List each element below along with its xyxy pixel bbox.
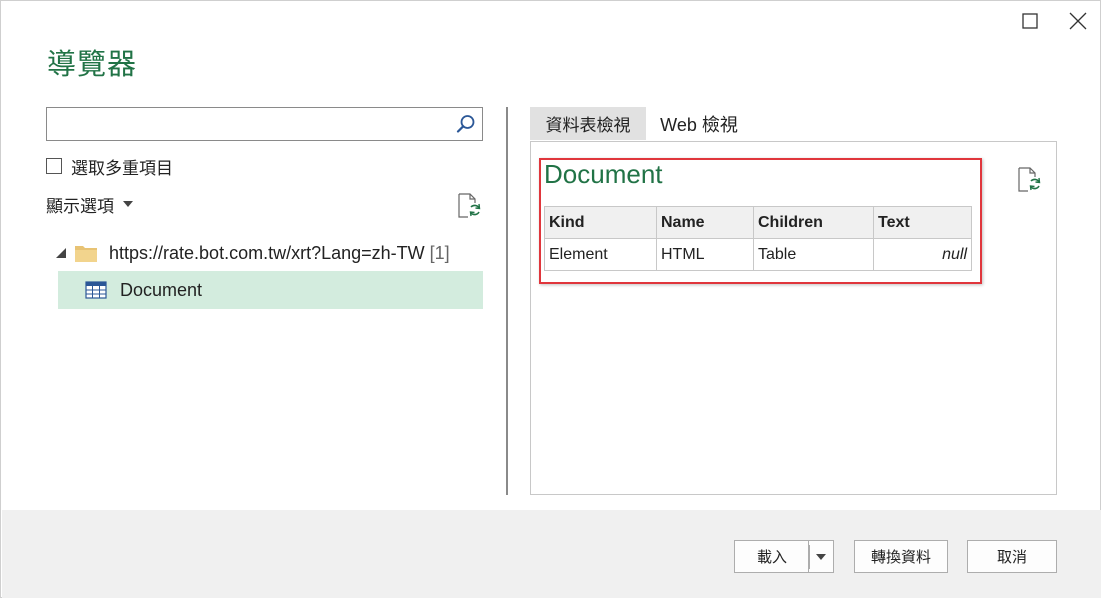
multi-select-checkbox[interactable] <box>46 158 62 174</box>
expand-collapse-icon[interactable] <box>56 248 66 258</box>
tree-source-count: [1] <box>429 242 450 263</box>
search-icon[interactable] <box>456 114 476 134</box>
close-icon <box>1069 12 1087 30</box>
tab-table-view[interactable]: 資料表檢視 <box>530 107 646 140</box>
refresh-preview-icon[interactable] <box>1017 167 1041 193</box>
transform-data-button[interactable]: 轉換資料 <box>854 540 948 573</box>
search-box[interactable] <box>46 107 483 141</box>
display-options-dropdown[interactable]: 顯示選項 <box>46 193 133 217</box>
refresh-icon[interactable] <box>457 193 481 219</box>
highlight-annotation <box>539 158 982 284</box>
search-input[interactable] <box>47 108 447 140</box>
load-dropdown-button[interactable] <box>808 540 834 573</box>
dialog-title: 導覽器 <box>47 47 138 81</box>
tree-item-label: Document <box>120 279 203 300</box>
multi-select-label: 選取多重項目 <box>71 158 173 179</box>
caret-down-icon <box>123 201 133 207</box>
chevron-down-icon <box>816 553 826 560</box>
cancel-button[interactable]: 取消 <box>967 540 1057 573</box>
maximize-button[interactable] <box>1014 7 1046 35</box>
table-icon <box>85 281 107 299</box>
tree-source-label: https://rate.bot.com.tw/xrt?Lang=zh-TW <box>109 242 425 263</box>
maximize-icon <box>1022 13 1038 29</box>
multi-select-option[interactable]: 選取多重項目 <box>46 156 173 179</box>
load-button[interactable]: 載入 <box>734 540 809 573</box>
tree-node-source[interactable]: https://rate.bot.com.tw/xrt?Lang=zh-TW [… <box>56 239 450 267</box>
panel-splitter[interactable] <box>506 107 508 495</box>
folder-icon <box>75 246 97 262</box>
display-options-label: 顯示選項 <box>46 196 114 217</box>
navigator-dialog: 導覽器 選取多重項目 顯示選項 https://rate.bot.com.tw/… <box>0 0 1101 598</box>
close-button[interactable] <box>1062 7 1094 35</box>
split-divider <box>809 545 810 569</box>
tab-web-view[interactable]: Web 檢視 <box>647 107 751 140</box>
tree-item-document[interactable]: Document <box>58 271 483 309</box>
